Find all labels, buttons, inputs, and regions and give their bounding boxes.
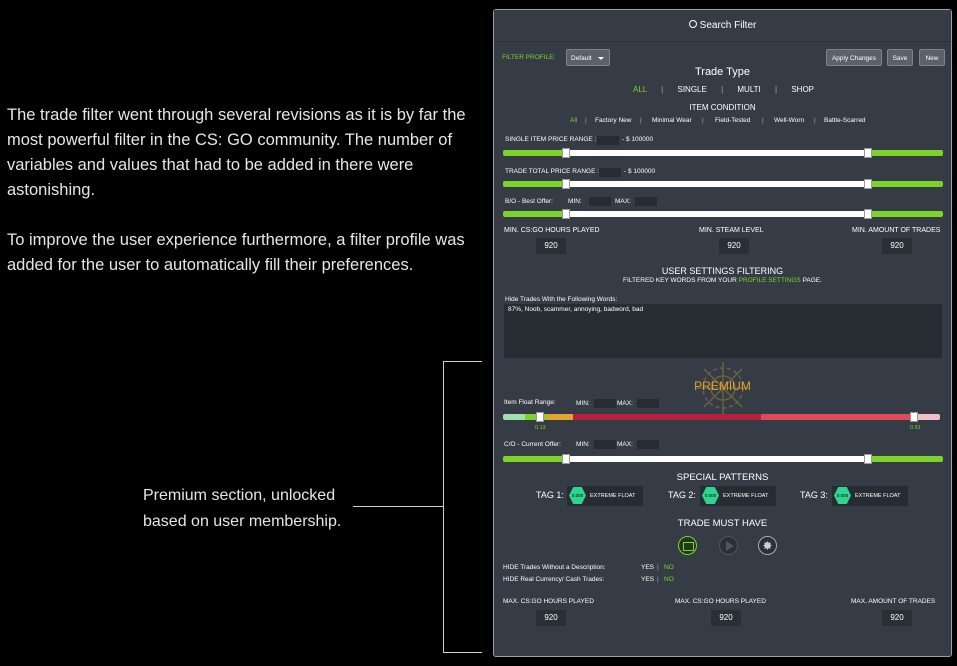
float-range-slider-track bbox=[503, 414, 940, 420]
chevron-down-icon bbox=[598, 57, 604, 60]
max-hours-value[interactable]: 920 bbox=[536, 610, 566, 626]
tab-all[interactable]: ALL bbox=[633, 85, 647, 94]
float-min-handle[interactable] bbox=[536, 412, 544, 422]
best-offer-max-input[interactable] bbox=[635, 197, 657, 206]
hide-words-label: Hide Trades With the Following Words: bbox=[505, 296, 618, 303]
image-icon[interactable] bbox=[678, 536, 697, 555]
best-offer-label: B/O - Best Offer: bbox=[505, 198, 553, 205]
new-button[interactable]: New bbox=[919, 49, 945, 66]
hide-description-yes[interactable]: YES bbox=[641, 564, 654, 571]
hide-description-no[interactable]: NO bbox=[664, 564, 674, 571]
tab-shop[interactable]: SHOP bbox=[791, 85, 814, 94]
min-trades-label: MIN. AMOUNT OF TRADES bbox=[852, 227, 941, 234]
condition-well-worn[interactable]: Well-Worn bbox=[774, 117, 804, 124]
max-trades-value[interactable]: 920 bbox=[882, 610, 912, 626]
trade-type-tabs: ALL | SINGLE | MULTI | SHOP bbox=[633, 85, 814, 94]
hide-cash-yes[interactable]: YES bbox=[641, 576, 654, 583]
total-price-max-handle[interactable] bbox=[864, 179, 872, 189]
max-hours-label-2: MAX. CS:GO HOURS PLAYED bbox=[675, 598, 766, 605]
current-offer-max-input[interactable] bbox=[637, 440, 659, 449]
premium-label: PREMIUM bbox=[694, 379, 751, 393]
profile-select[interactable]: Default bbox=[566, 49, 610, 66]
current-offer-max-handle[interactable] bbox=[864, 454, 872, 464]
panel-title: Search Filter bbox=[494, 20, 951, 31]
current-offer-min-handle[interactable] bbox=[562, 454, 570, 464]
total-price-max: - $ 100000 bbox=[624, 168, 656, 175]
filter-profile-label: FILTER PROFILE: bbox=[502, 54, 556, 61]
best-offer-min-input[interactable] bbox=[589, 197, 611, 206]
hide-words-textarea[interactable]: 87%, Noob, scammer, annoying, badword, b… bbox=[504, 304, 942, 358]
float-min-value: 0.13 bbox=[535, 425, 546, 431]
annotation-underline bbox=[353, 506, 443, 507]
user-settings-subtitle: FILTERED KEY WORDS FROM YOUR PROFILE SET… bbox=[623, 277, 822, 284]
tag3-label: TAG 3: bbox=[800, 490, 828, 500]
search-icon bbox=[688, 20, 697, 28]
single-price-min-input[interactable] bbox=[597, 136, 619, 145]
tag1-label: TAG 1: bbox=[536, 490, 564, 500]
float-min-input[interactable] bbox=[594, 399, 616, 408]
hide-description-label: HIDE Trades Without a Description: bbox=[503, 564, 606, 571]
max-hours-value-2[interactable]: 920 bbox=[711, 610, 741, 626]
item-condition-title: ITEM CONDITION bbox=[689, 103, 756, 112]
condition-minimal-wear[interactable]: Minimal Wear bbox=[652, 117, 692, 124]
trade-type-title: Trade Type bbox=[694, 66, 751, 78]
best-offer-min-handle[interactable] bbox=[562, 209, 570, 219]
tab-multi[interactable]: MULTI bbox=[737, 85, 760, 94]
description-paragraph-1: The trade filter went through several re… bbox=[7, 106, 466, 199]
condition-battle-scarred[interactable]: Battle-Scarred bbox=[824, 117, 866, 124]
gear-badge-icon[interactable] bbox=[758, 536, 777, 555]
annotation-bracket bbox=[443, 361, 482, 653]
min-hours-value[interactable]: 920 bbox=[536, 238, 566, 254]
total-price-label: TRADE TOTAL PRICE RANGE : $0 bbox=[505, 168, 609, 175]
min-trades-value[interactable]: 920 bbox=[882, 238, 912, 254]
user-settings-title: USER SETTINGS FILTERING bbox=[661, 266, 784, 276]
description-paragraph-2: To improve the user experience furthermo… bbox=[7, 231, 465, 274]
max-trades-label: MAX. AMOUNT OF TRADES bbox=[851, 598, 936, 605]
single-price-max-handle[interactable] bbox=[864, 148, 872, 158]
hide-cash-no[interactable]: NO bbox=[664, 576, 674, 583]
condition-factory-new[interactable]: Factory New bbox=[595, 117, 631, 124]
max-hours-label: MAX. CS:GO HOURS PLAYED bbox=[503, 598, 594, 605]
condition-all[interactable]: All bbox=[570, 117, 577, 124]
float-max-handle[interactable] bbox=[910, 412, 918, 422]
description-block: The trade filter went through several re… bbox=[7, 103, 487, 278]
min-steam-level-value[interactable]: 920 bbox=[719, 238, 749, 254]
special-patterns-title: SPECIAL PATTERNS bbox=[676, 472, 769, 483]
float-max-input[interactable] bbox=[637, 399, 659, 408]
premium-annotation: Premium section, unlocked based on user … bbox=[143, 487, 342, 530]
condition-field-tested[interactable]: Field-Tested bbox=[715, 117, 750, 124]
save-button[interactable]: Save bbox=[887, 49, 913, 66]
current-offer-label: C/O - Current Offer: bbox=[504, 441, 561, 448]
must-have-title: TRADE MUST HAVE bbox=[677, 518, 768, 529]
panel-header: Search Filter bbox=[494, 10, 951, 42]
single-price-min-handle[interactable] bbox=[562, 148, 570, 158]
single-price-label: SINGLE ITEM PRICE RANGE : $0 bbox=[505, 136, 606, 143]
search-filter-panel: Search Filter FILTER PROFILE: Default Ap… bbox=[493, 9, 952, 657]
min-steam-level-label: MIN. STEAM LEVEL bbox=[699, 227, 764, 234]
current-offer-min-input[interactable] bbox=[594, 440, 616, 449]
hide-cash-label: HIDE Real Currency/ Cash Trades: bbox=[503, 576, 605, 583]
float-max-value: 0.91 bbox=[910, 425, 921, 431]
total-price-min-handle[interactable] bbox=[562, 179, 570, 189]
apply-changes-button[interactable]: Apply Changes bbox=[826, 49, 882, 66]
tag2-label: TAG 2: bbox=[668, 490, 696, 500]
profile-settings-link[interactable]: PROFILE SETTINGS bbox=[739, 277, 801, 284]
best-offer-max-handle[interactable] bbox=[864, 209, 872, 219]
play-icon[interactable] bbox=[719, 536, 738, 555]
float-range-label: Item Float Range: bbox=[504, 399, 556, 406]
total-price-min-input[interactable] bbox=[599, 168, 621, 177]
tab-single[interactable]: SINGLE bbox=[677, 85, 706, 94]
single-price-max: - $ 100000 bbox=[622, 136, 654, 143]
min-hours-label: MIN. CS:GO HOURS PLAYED bbox=[504, 227, 600, 234]
